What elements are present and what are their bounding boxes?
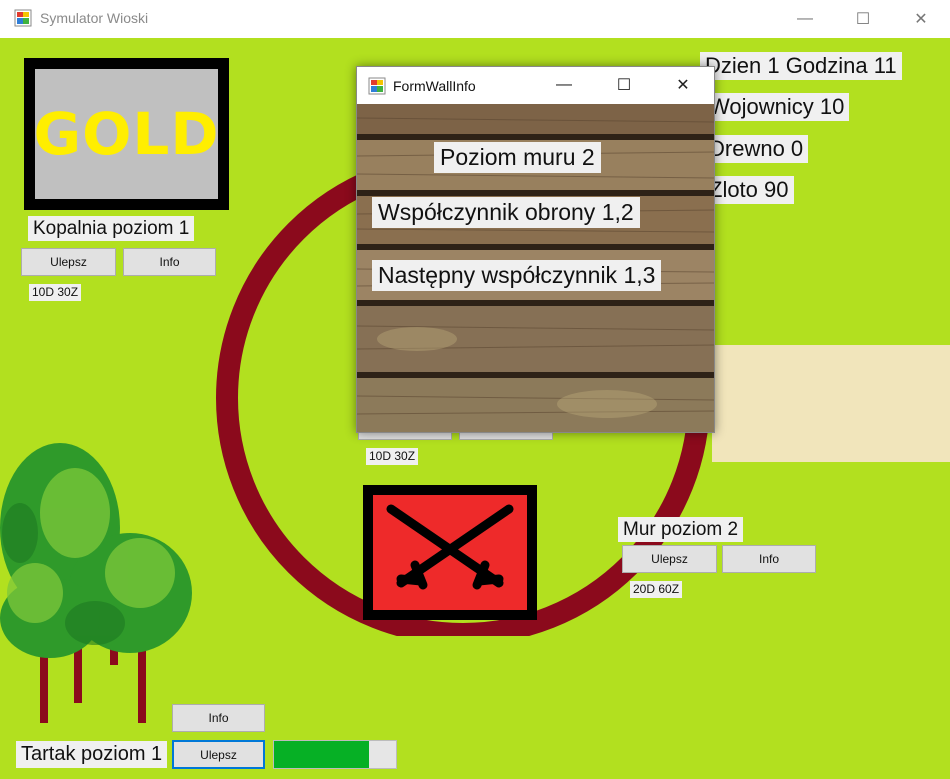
close-button[interactable]: ✕ (892, 0, 950, 38)
minimize-button[interactable]: — (776, 0, 834, 38)
app-icon (14, 9, 32, 27)
barracks-cost: 10D 30Z (366, 448, 419, 465)
gold-mine-image[interactable]: GOLD (24, 58, 229, 210)
wall-info-dialog: FormWallInfo — ☐ ✕ Poziom muru 2 Współcz… (356, 66, 715, 433)
mine-level-label: Kopalnia poziom 1 (28, 216, 195, 241)
mine-upgrade-button[interactable]: Ulepsz (21, 248, 116, 276)
window-titlebar: Symulator Wioski — ☐ ✕ (0, 0, 950, 38)
dialog-title: FormWallInfo (393, 78, 476, 94)
mine-cost: 10D 30Z (29, 284, 82, 301)
window-title: Symulator Wioski (40, 10, 149, 26)
warriors-label: Wojownicy 10 (704, 93, 850, 121)
gold-label: Zloto 90 (704, 176, 794, 204)
sawmill-info-button[interactable]: Info (172, 704, 265, 732)
dialog-close-button[interactable]: ✕ (654, 67, 712, 103)
mine-info-button[interactable]: Info (123, 248, 216, 276)
wall-level-label: Mur poziom 2 (618, 517, 744, 542)
dialog-app-icon (368, 77, 386, 95)
sawmill-level-label: Tartak poziom 1 (16, 741, 168, 768)
wall-upgrade-button[interactable]: Ulepsz (622, 545, 717, 573)
sawmill-progress-bar (273, 740, 397, 769)
dialog-minimize-button[interactable]: — (535, 67, 593, 103)
day-hour-label: Dzien 1 Godzina 11 (700, 52, 902, 80)
wall-level-info: Poziom muru 2 (434, 142, 601, 173)
crossed-swords-icon (386, 504, 514, 590)
sawmill-progress-fill (274, 741, 370, 768)
road (712, 345, 950, 462)
gold-image-text: GOLD (33, 100, 220, 168)
wall-info-button[interactable]: Info (722, 545, 816, 573)
next-factor-info: Następny współczynnik 1,3 (372, 260, 662, 291)
sawmill-upgrade-button[interactable]: Ulepsz (172, 740, 265, 769)
forest-image[interactable] (0, 443, 195, 733)
barracks-image[interactable] (363, 485, 537, 620)
maximize-button[interactable]: ☐ (834, 0, 892, 38)
wood-label: Drewno 0 (704, 135, 809, 163)
dialog-maximize-button[interactable]: ☐ (595, 67, 653, 103)
defense-factor-info: Współczynnik obrony 1,2 (372, 197, 640, 228)
village-area: GOLD Kopalnia poziom 1 Ulepsz Info 10D 3… (0, 38, 950, 779)
wall-cost: 20D 60Z (630, 581, 683, 598)
